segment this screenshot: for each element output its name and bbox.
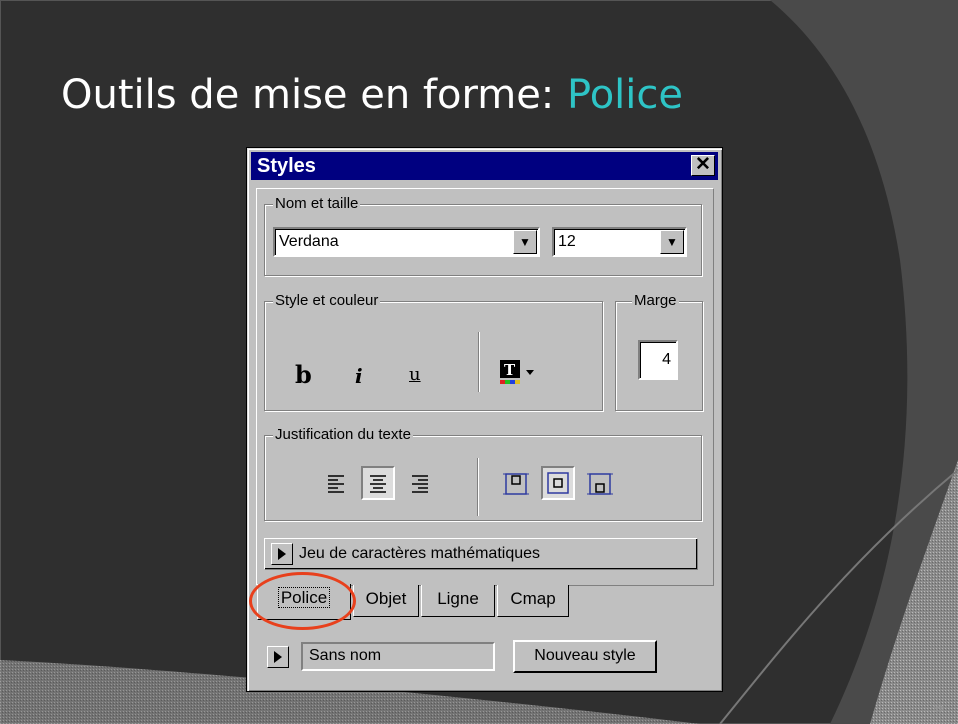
font-name-dropdown[interactable]: ▼ — [513, 230, 537, 254]
margin-group: Marge 4 — [615, 292, 703, 411]
valign-bottom-button[interactable] — [583, 466, 617, 500]
font-size-select[interactable]: 12 ▼ — [552, 227, 687, 257]
font-name-size-group: Nom et taille Verdana ▼ 12 ▼ — [264, 195, 702, 276]
align-left-icon — [328, 475, 344, 493]
font-panel: Nom et taille Verdana ▼ 12 ▼ Style et co… — [256, 188, 714, 586]
valign-middle-icon — [547, 472, 569, 494]
align-center-icon — [370, 475, 386, 493]
new-style-label: Nouveau style — [534, 647, 636, 664]
slide-title-highlight: Police — [567, 72, 683, 118]
text-color-button[interactable]: T — [498, 358, 540, 388]
chevron-down-icon: ▼ — [519, 235, 531, 249]
slide-title: Outils de mise en forme: Police — [61, 72, 683, 118]
font-size-dropdown[interactable]: ▼ — [660, 230, 684, 254]
tab-ligne-label: Ligne — [437, 589, 479, 608]
style-name-field[interactable]: Sans nom — [301, 642, 495, 671]
style-list-expand-icon[interactable] — [267, 646, 289, 668]
margin-value: 4 — [662, 351, 671, 368]
slide-title-text: Outils de mise en forme: — [61, 72, 567, 118]
math-characters-expander[interactable]: Jeu de caractères mathématiques — [264, 538, 698, 570]
tab-cmap-label: Cmap — [510, 589, 556, 608]
text-color-icon: T — [500, 360, 534, 384]
new-style-button[interactable]: Nouveau style — [513, 640, 657, 673]
expand-arrow-icon[interactable] — [271, 543, 293, 565]
annotation-circle — [249, 572, 356, 630]
font-group-label: Nom et taille — [273, 195, 361, 212]
margin-group-label: Marge — [632, 292, 679, 309]
dialog-titlebar[interactable]: Styles ✕ — [251, 152, 718, 180]
dialog-title: Styles — [257, 155, 316, 177]
align-right-button[interactable] — [403, 466, 437, 500]
tab-cmap[interactable]: Cmap — [497, 585, 569, 617]
tab-ligne[interactable]: Ligne — [421, 585, 495, 617]
close-button[interactable]: ✕ — [691, 155, 715, 176]
font-name-select[interactable]: Verdana ▼ — [273, 227, 540, 257]
align-left-button[interactable] — [319, 466, 353, 500]
math-characters-label: Jeu de caractères mathématiques — [299, 545, 541, 562]
style-color-group: Style et couleur b i u T — [264, 292, 603, 411]
valign-bottom-icon — [587, 473, 613, 495]
valign-middle-button[interactable] — [541, 466, 575, 500]
valign-top-button[interactable] — [499, 466, 533, 500]
bold-button[interactable]: b — [295, 360, 312, 389]
justify-separator — [477, 458, 478, 516]
underline-button[interactable]: u — [409, 364, 421, 385]
style-separator — [478, 332, 479, 392]
style-group-label: Style et couleur — [273, 292, 381, 309]
close-icon: ✕ — [695, 154, 711, 175]
italic-button[interactable]: i — [355, 364, 363, 388]
slide: Outils de mise en forme: Police 39 Style… — [0, 0, 958, 724]
svg-text:T: T — [504, 361, 516, 379]
align-right-icon — [412, 475, 428, 493]
font-name-value: Verdana — [279, 233, 339, 250]
font-size-value: 12 — [558, 233, 576, 250]
margin-input[interactable]: 4 — [638, 340, 678, 380]
page-number: 39 — [932, 704, 943, 714]
justify-group-label: Justification du texte — [273, 426, 413, 443]
justify-group: Justification du texte — [264, 426, 702, 521]
tab-objet-label: Objet — [365, 589, 407, 608]
style-name-value: Sans nom — [309, 647, 382, 664]
tab-objet[interactable]: Objet — [353, 585, 419, 617]
chevron-down-icon: ▼ — [666, 235, 678, 249]
valign-top-icon — [503, 473, 529, 495]
align-center-button[interactable] — [361, 466, 395, 500]
